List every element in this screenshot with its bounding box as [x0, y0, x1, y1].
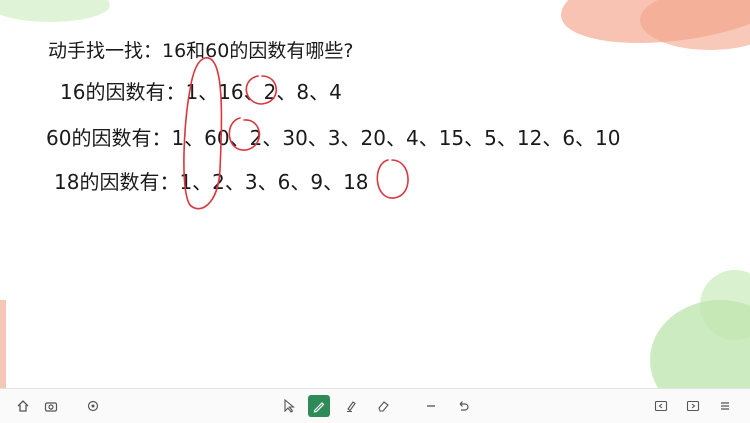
slide-title-line: 动手找一找：16和60的因数有哪些? [48, 40, 354, 62]
minus-icon[interactable] [420, 395, 442, 417]
home-icon[interactable] [12, 395, 34, 417]
highlighter-icon[interactable] [340, 395, 362, 417]
presentation-toolbar [0, 388, 750, 423]
prev-icon[interactable] [650, 395, 672, 417]
cursor-icon[interactable] [278, 395, 300, 417]
decoration-green-top [0, 0, 110, 22]
next-icon[interactable] [682, 395, 704, 417]
decoration-left-strip [0, 300, 6, 388]
factors-of-60-line: 60的因数有：1、60、2、30、3、20、4、15、5、12、6、10 [46, 126, 621, 150]
camera-icon[interactable] [40, 395, 62, 417]
eraser-icon[interactable] [372, 395, 394, 417]
settings-icon[interactable] [82, 395, 104, 417]
factors-of-16-line: 16的因数有：1、16、2、8、4 [60, 80, 342, 104]
menu-icon[interactable] [714, 395, 736, 417]
undo-icon[interactable] [452, 395, 474, 417]
decoration-green-bottom-right [650, 300, 750, 388]
factors-of-18-line: 18的因数有：1、2、3、6、9、18 [54, 170, 369, 194]
ink-circle-18 [376, 159, 409, 199]
pen-icon[interactable] [308, 395, 330, 417]
slide-canvas: 动手找一找：16和60的因数有哪些? 16的因数有：1、16、2、8、4 60的… [0, 0, 750, 388]
